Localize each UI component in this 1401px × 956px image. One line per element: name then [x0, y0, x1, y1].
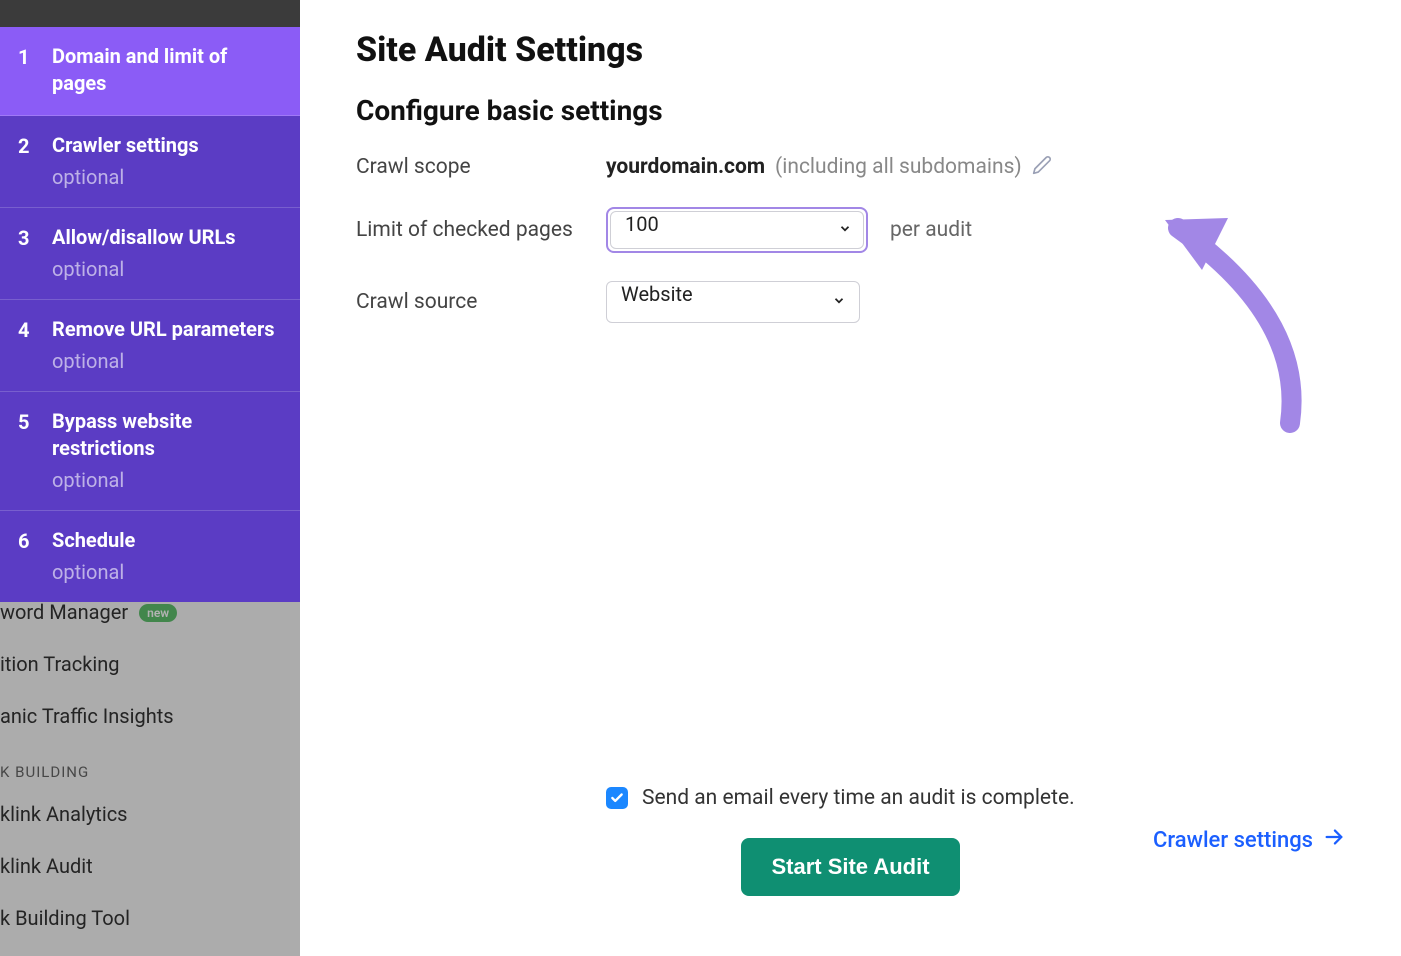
step-number: 6 — [18, 527, 52, 553]
step-number: 2 — [18, 132, 52, 158]
email-notify-checkbox[interactable] — [606, 787, 628, 809]
crawl-scope-note: (including all subdomains) — [775, 155, 1022, 179]
section-title: Configure basic settings — [356, 94, 1345, 127]
step-number: 1 — [18, 43, 52, 69]
wizard-step-5[interactable]: 5 Bypass website restrictions optional — [0, 392, 300, 511]
bg-nav-label: ition Tracking — [0, 652, 120, 676]
bg-nav-item: klink Audit — [0, 843, 300, 889]
step-optional-label: optional — [52, 257, 282, 281]
bg-nav-item: k Building Tool — [0, 895, 300, 941]
crawl-scope-domain: yourdomain.com — [606, 155, 765, 179]
next-link-label: Crawler settings — [1153, 828, 1313, 853]
step-optional-label: optional — [52, 560, 282, 584]
limit-label: Limit of checked pages — [356, 218, 606, 242]
step-number: 3 — [18, 224, 52, 250]
crawl-source-row: Crawl source Website — [356, 281, 1345, 323]
step-number: 4 — [18, 316, 52, 342]
arrow-right-icon — [1323, 826, 1345, 854]
step-title: Remove URL parameters — [52, 316, 282, 343]
sidebar-top-bar — [0, 0, 300, 27]
bg-nav-item: ition Tracking — [0, 641, 300, 687]
step-optional-label: optional — [52, 349, 282, 373]
new-badge: new — [139, 604, 177, 622]
edit-crawl-scope-icon[interactable] — [1032, 155, 1052, 179]
bg-nav-label: klink Audit — [0, 854, 93, 878]
step-title: Allow/disallow URLs — [52, 224, 282, 251]
wizard-sidebar: 1 Domain and limit of pages 2 Crawler se… — [0, 0, 300, 602]
crawler-settings-link[interactable]: Crawler settings — [1153, 826, 1345, 854]
step-title: Schedule — [52, 527, 282, 554]
limit-pages-select[interactable]: 100 — [610, 211, 864, 249]
step-title: Domain and limit of pages — [52, 43, 282, 97]
bg-nav-label: anic Traffic Insights — [0, 704, 174, 728]
wizard-step-2[interactable]: 2 Crawler settings optional — [0, 116, 300, 208]
step-optional-label: optional — [52, 165, 282, 189]
bg-nav-item: anic Traffic Insights — [0, 693, 300, 739]
step-number: 5 — [18, 408, 52, 434]
wizard-step-1[interactable]: 1 Domain and limit of pages — [0, 27, 300, 116]
bg-nav-item: klink Analytics — [0, 791, 300, 837]
crawl-source-label: Crawl source — [356, 290, 606, 314]
crawl-scope-row: Crawl scope yourdomain.com (including al… — [356, 155, 1345, 179]
limit-suffix: per audit — [890, 218, 972, 242]
crawl-scope-label: Crawl scope — [356, 155, 606, 179]
wizard-step-4[interactable]: 4 Remove URL parameters optional — [0, 300, 300, 392]
bg-nav-item: k Analysis — [0, 947, 300, 956]
limit-value: 100 — [625, 212, 659, 236]
limit-pages-row: Limit of checked pages 100 per audit — [356, 207, 1345, 253]
bg-nav-label: word Manager — [0, 600, 128, 624]
page-title: Site Audit Settings — [356, 30, 1345, 70]
bg-nav-label: k Building Tool — [0, 906, 130, 930]
step-title: Bypass website restrictions — [52, 408, 282, 462]
email-notify-label: Send an email every time an audit is com… — [642, 786, 1075, 810]
crawl-source-select[interactable]: Website — [606, 281, 860, 323]
step-title: Crawler settings — [52, 132, 282, 159]
wizard-step-3[interactable]: 3 Allow/disallow URLs optional — [0, 208, 300, 300]
bg-nav-category: K BUILDING — [0, 745, 300, 791]
start-site-audit-button[interactable]: Start Site Audit — [741, 838, 959, 896]
step-optional-label: optional — [52, 468, 282, 492]
crawl-source-value: Website — [621, 282, 693, 306]
main-content: Site Audit Settings Configure basic sett… — [300, 0, 1401, 956]
bg-nav-label: klink Analytics — [0, 802, 128, 826]
wizard-step-6[interactable]: 6 Schedule optional — [0, 511, 300, 602]
footer-actions: Send an email every time an audit is com… — [356, 786, 1345, 926]
